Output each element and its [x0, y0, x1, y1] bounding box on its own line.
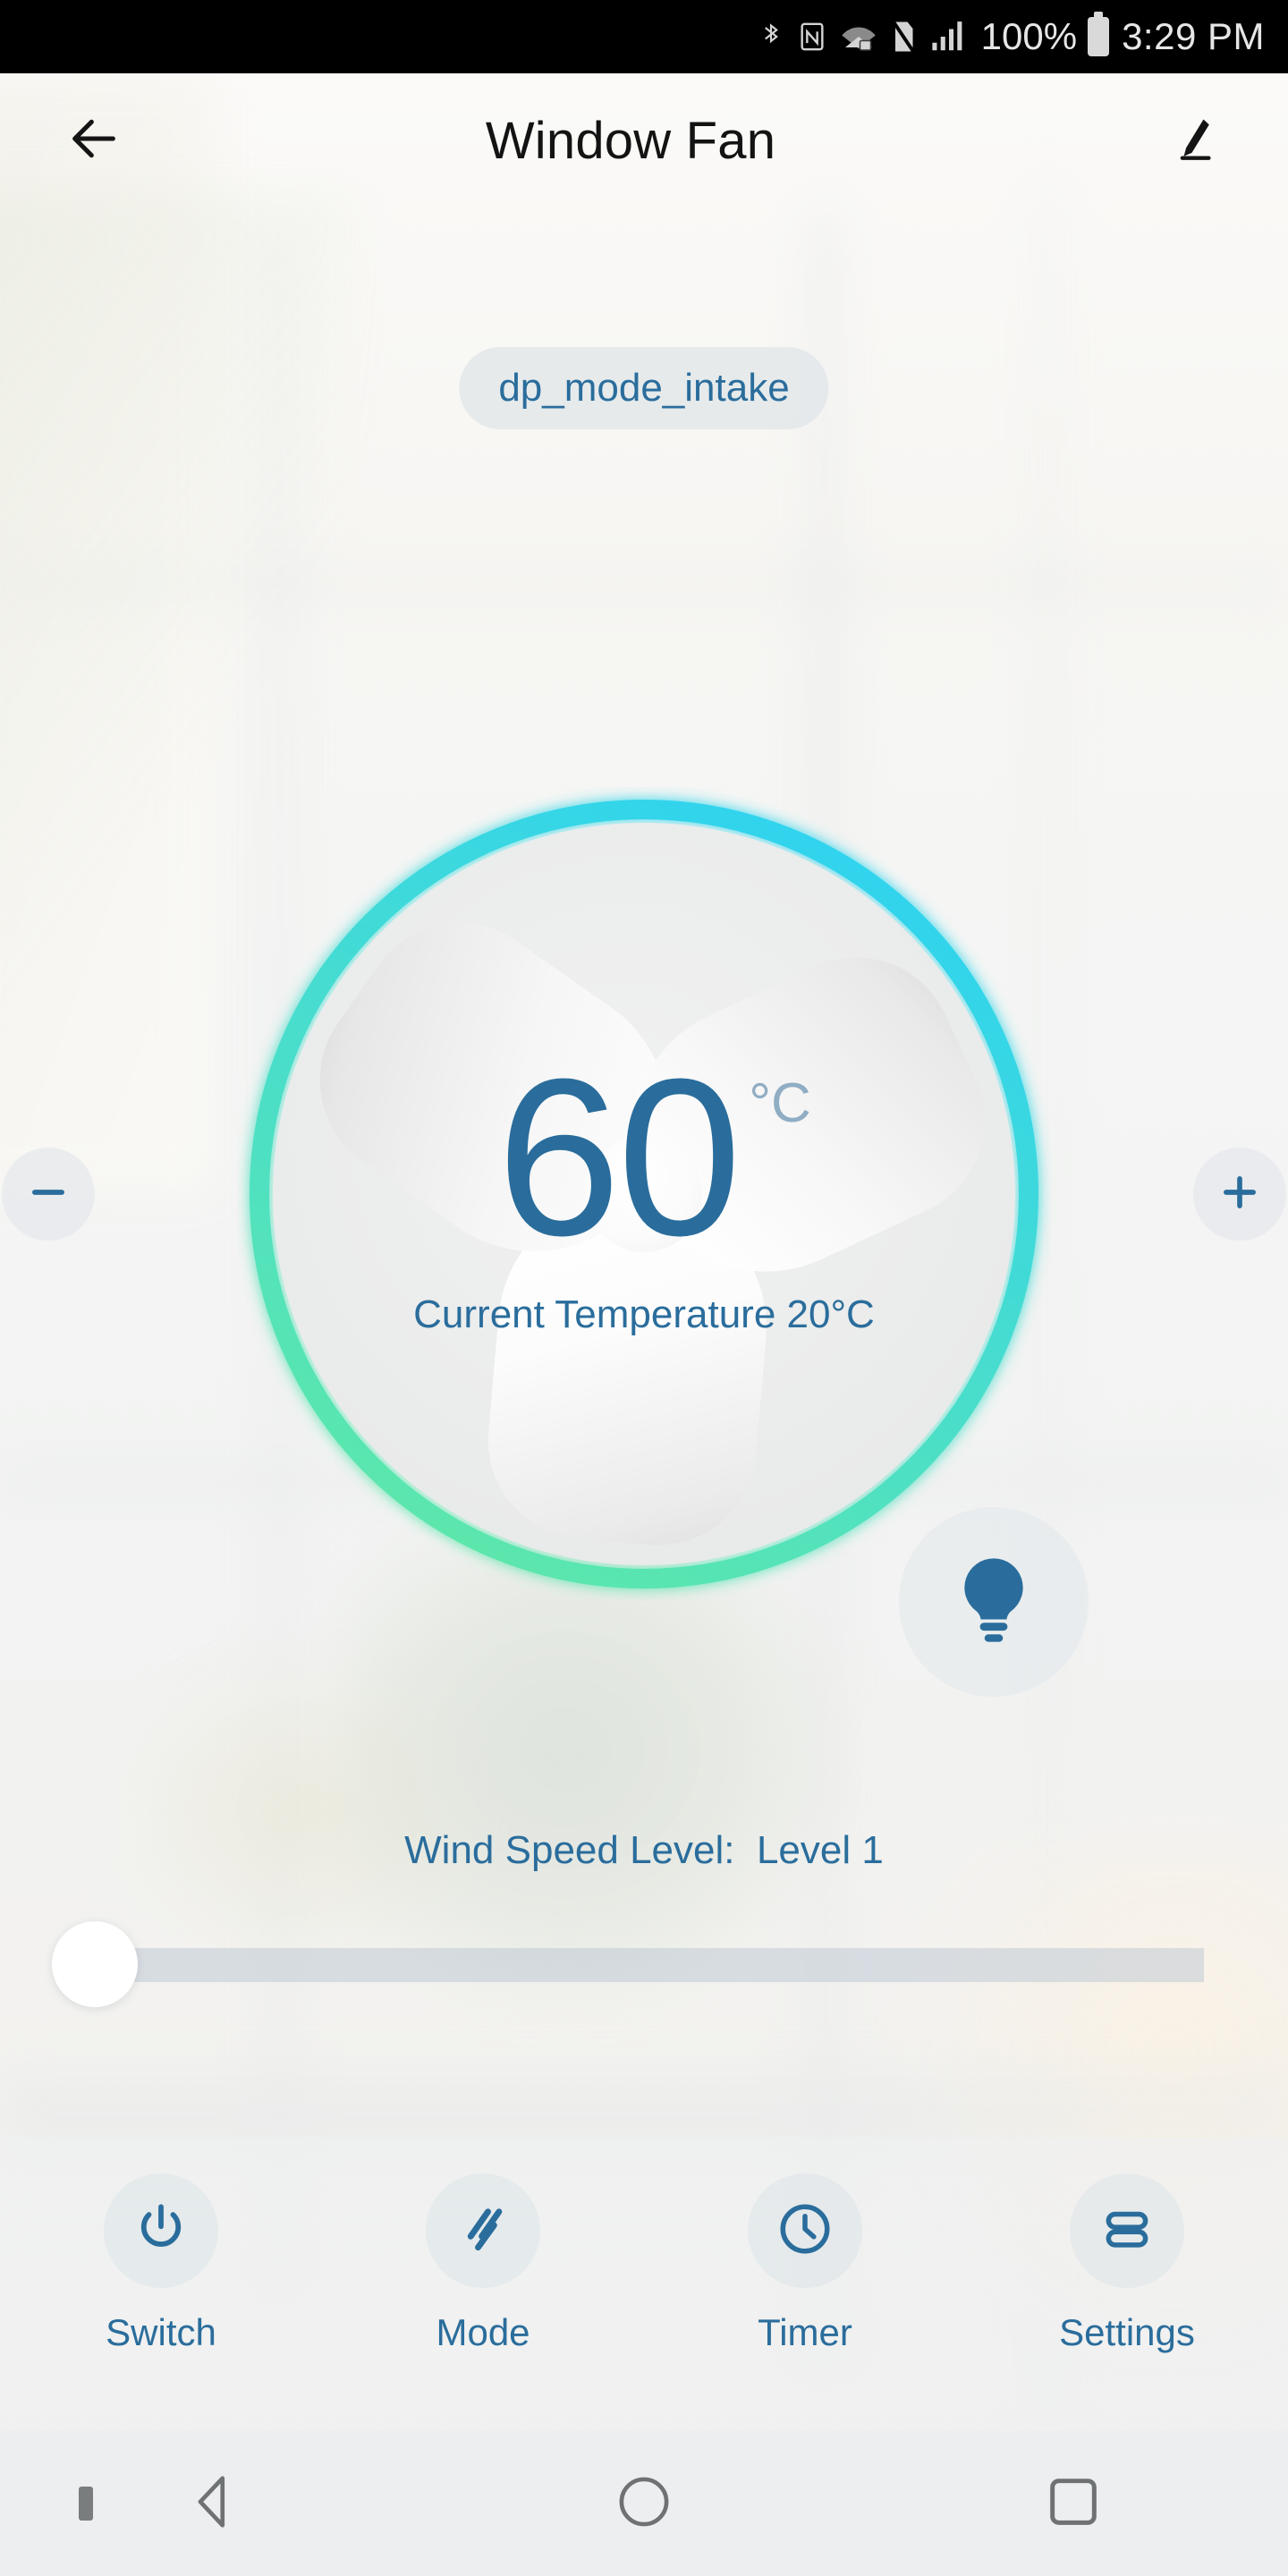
- temperature-dial[interactable]: 60 °C Current Temperature 20°C: [237, 787, 1051, 1601]
- slider-track[interactable]: [86, 1948, 1204, 1982]
- wifi-locked-icon: [840, 17, 877, 56]
- status-clock: 3:29 PM: [1122, 15, 1265, 57]
- cell-signal-icon: [929, 17, 969, 56]
- current-temperature-label: Current Temperature 20°C: [413, 1292, 875, 1336]
- battery-percent-label: 100%: [980, 15, 1078, 57]
- keyboard-indicator-dot[interactable]: [79, 2487, 93, 2521]
- settings-icon-circle[interactable]: [1070, 2174, 1184, 2288]
- plus-icon: [1216, 1169, 1263, 1220]
- minus-icon: [25, 1169, 72, 1220]
- slashes-mode-icon: [453, 2199, 513, 2263]
- nav-back-triangle-icon: [183, 2470, 246, 2538]
- app-header: Window Fan: [0, 73, 1288, 208]
- light-bulb-icon: [944, 1550, 1044, 1655]
- timer-icon-circle[interactable]: [748, 2174, 862, 2288]
- no-sim-icon: [890, 16, 917, 57]
- temperature-unit-label: °C: [749, 1072, 811, 1134]
- power-icon: [131, 2199, 191, 2263]
- battery-full-icon: [1088, 12, 1110, 56]
- clock-icon: [775, 2199, 835, 2263]
- action-switch[interactable]: Switch: [0, 2138, 322, 2354]
- edit-device-button[interactable]: [1145, 91, 1243, 190]
- action-mode-label: Mode: [436, 2311, 530, 2353]
- mode-status-pill[interactable]: dp_mode_intake: [459, 347, 829, 429]
- action-mode[interactable]: Mode: [322, 2138, 644, 2354]
- wind-speed-label: Wind Speed Level: Level 1: [404, 1828, 884, 1872]
- wind-speed-slider[interactable]: [52, 1921, 1204, 2007]
- back-arrow-icon: [65, 110, 123, 172]
- action-settings[interactable]: Settings: [966, 2138, 1288, 2354]
- light-toggle-button[interactable]: [899, 1507, 1089, 1697]
- nfc-icon: [797, 17, 827, 56]
- action-switch-label: Switch: [106, 2311, 216, 2353]
- nav-recents-square-icon: [1042, 2470, 1105, 2538]
- nav-recents-button[interactable]: [859, 2431, 1288, 2576]
- decrease-temperature-button[interactable]: [2, 1148, 95, 1241]
- pencil-edit-icon: [1169, 114, 1219, 168]
- nav-home-button[interactable]: [429, 2431, 859, 2576]
- action-settings-label: Settings: [1059, 2311, 1195, 2353]
- android-nav-bar: [0, 2431, 1288, 2576]
- action-timer[interactable]: Timer: [644, 2138, 966, 2354]
- stacked-bars-settings-icon: [1097, 2199, 1157, 2263]
- mode-icon-circle[interactable]: [426, 2174, 540, 2288]
- bluetooth-icon: [758, 16, 784, 57]
- target-temperature-value: 60: [496, 1031, 741, 1282]
- dial-readout: 60 °C Current Temperature 20°C: [237, 787, 1051, 1601]
- increase-temperature-button[interactable]: [1193, 1148, 1286, 1241]
- nav-home-circle-icon: [613, 2470, 675, 2538]
- nav-back-button[interactable]: [0, 2431, 429, 2576]
- slider-thumb[interactable]: [52, 1921, 138, 2007]
- bottom-action-bar: Switch Mode Timer Settings: [0, 2138, 1288, 2431]
- android-status-bar: 100% 3:29 PM: [0, 0, 1288, 73]
- action-timer-label: Timer: [758, 2311, 852, 2353]
- page-title: Window Fan: [485, 111, 776, 170]
- switch-icon-circle[interactable]: [104, 2174, 218, 2288]
